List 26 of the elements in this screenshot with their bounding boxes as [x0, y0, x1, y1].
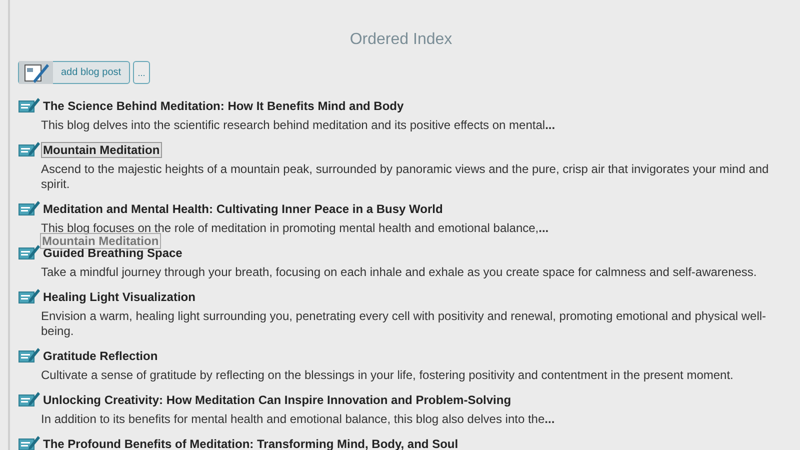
post-description: Take a mindful journey through your breath, focusing on each inhale and exhale as you create space for calmness and self-awareness.	[40, 264, 758, 281]
edit-note-icon	[18, 287, 40, 305]
post-description: In addition to its benefits for mental health and emotional balance, this blog also delves into the...	[40, 411, 556, 428]
edit-note-icon	[18, 346, 40, 364]
drag-ghost: Mountain Meditation	[40, 233, 161, 249]
post-title[interactable]: Mountain Meditation	[41, 142, 162, 158]
post-description: Cultivate a sense of gratitude by reflecting on the blessings in your life, fostering positivity and contentment in the present moment.	[40, 367, 734, 384]
post-title[interactable]: The Science Behind Meditation: How It Benefits Mind and Body	[41, 98, 406, 114]
post-description: This blog delves into the scientific research behind meditation and its positive effects on mental...	[40, 117, 556, 134]
edit-note-icon	[18, 243, 40, 261]
post-description: This blog focuses on the role of meditation in promoting mental health and emotional balance,...	[40, 220, 550, 236]
post-title[interactable]: Unlocking Creativity: How Meditation Can Inspire Innovation and Problem-Solving	[41, 392, 514, 408]
post-title[interactable]: Healing Light Visualization	[41, 289, 198, 305]
post-title[interactable]: Gratitude Reflection	[41, 348, 160, 364]
edit-note-icon	[18, 434, 40, 450]
post-title[interactable]: Meditation and Mental Health: Cultivating Inner Peace in a Busy World	[41, 201, 445, 217]
page-title: Ordered Index	[348, 30, 454, 50]
post-description: Envision a warm, healing light surrounding you, penetrating every cell with positivity and renewal, promoting emotional and physical well-being.	[40, 308, 768, 340]
edit-note-icon	[18, 140, 40, 158]
edit-note-icon	[18, 390, 40, 408]
edit-note-icon	[18, 96, 40, 114]
post-description: Ascend to the majestic heights of a mountain peak, surrounded by panoramic views and the pure, crisp air that invigorates your mind and spirit.	[40, 161, 770, 193]
more-button[interactable]: ...	[133, 61, 150, 84]
edit-note-icon	[18, 199, 40, 217]
blog-post-edit-icon	[19, 61, 53, 84]
add-blog-post-button[interactable]: add blog post	[18, 61, 130, 84]
